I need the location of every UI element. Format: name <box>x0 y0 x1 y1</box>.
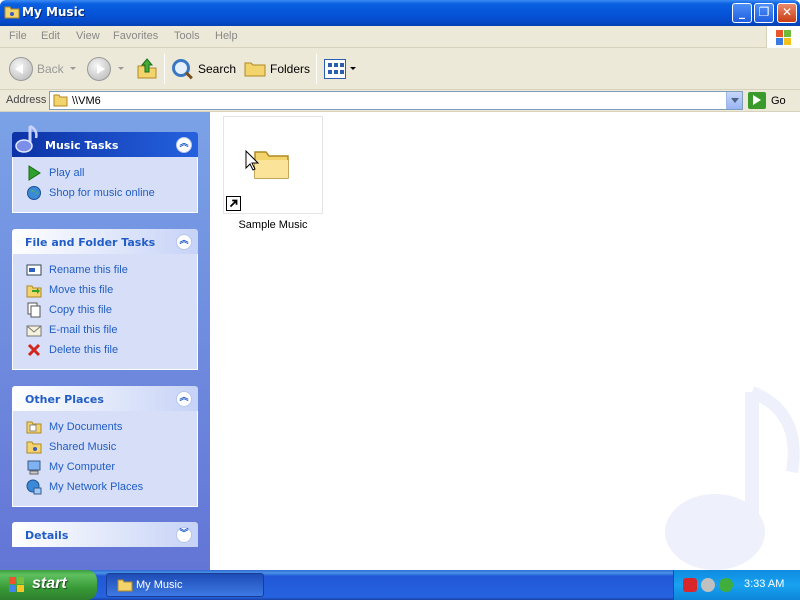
start-button[interactable]: start <box>0 570 97 600</box>
music-folder-icon <box>4 6 20 19</box>
rename-icon <box>26 264 42 276</box>
title-bar[interactable]: My Music _ ❐ ✕ <box>0 0 800 26</box>
system-tray: 3:33 AM <box>673 570 800 600</box>
clock: 3:33 AM <box>744 578 785 590</box>
folder-icon <box>53 94 68 107</box>
address-input[interactable]: \\VM6 <box>49 91 743 110</box>
file-folder-tasks-header[interactable]: File and Folder Tasks ︽ <box>12 229 198 254</box>
task-label[interactable]: Copy this file <box>49 304 112 316</box>
task-label[interactable]: Play all <box>49 167 84 179</box>
play-icon <box>28 165 41 181</box>
music-tasks-body: Play all Shop for music online <box>12 157 198 213</box>
search-icon[interactable] <box>172 59 190 77</box>
views-icon[interactable] <box>324 59 346 79</box>
task-label[interactable]: Delete this file <box>49 344 118 356</box>
my-computer-icon <box>27 460 41 475</box>
details-panel: Details ︾ <box>12 522 198 547</box>
copy-icon <box>27 302 41 318</box>
menu-edit[interactable]: Edit <box>41 30 60 42</box>
music-note-watermark-icon <box>665 386 800 570</box>
file-view[interactable]: Sample Music <box>210 112 800 570</box>
minimize-button[interactable]: _ <box>732 3 752 23</box>
menu-file[interactable]: File <box>9 30 27 42</box>
globe-icon <box>27 186 41 200</box>
security-shield-icon[interactable] <box>683 578 697 592</box>
folder-item[interactable]: Sample Music <box>223 116 323 236</box>
toolbar-separator <box>316 54 317 84</box>
mouse-cursor-icon <box>245 150 260 171</box>
task-label[interactable]: Rename this file <box>49 264 128 276</box>
shortcut-arrow-icon <box>226 196 241 211</box>
folders-button-label[interactable]: Folders <box>270 62 310 76</box>
details-header[interactable]: Details ︾ <box>12 522 198 547</box>
network-tray-icon[interactable] <box>719 578 733 592</box>
go-arrow-icon[interactable] <box>748 92 766 109</box>
menu-favorites[interactable]: Favorites <box>113 30 158 42</box>
taskbar: start My Music 3:33 AM <box>0 570 800 600</box>
task-label[interactable]: My Computer <box>49 461 115 473</box>
music-tasks-title: Music Tasks <box>45 139 119 152</box>
task-label[interactable]: My Network Places <box>49 481 143 493</box>
task-label[interactable]: E-mail this file <box>49 324 117 336</box>
task-label[interactable]: Shop for music online <box>49 187 155 199</box>
views-dropdown-icon[interactable] <box>350 67 356 70</box>
network-places-icon <box>26 479 42 495</box>
close-button[interactable]: ✕ <box>777 3 797 23</box>
address-dropdown-icon[interactable] <box>726 92 742 109</box>
start-label[interactable]: start <box>32 575 67 593</box>
collapse-chevron-icon[interactable]: ︽ <box>176 234 192 250</box>
menu-bar: File Edit View Favorites Tools Help <box>0 26 800 48</box>
move-icon <box>26 285 42 298</box>
music-tasks-panel: Music Tasks ︽ Play all Shop for music on… <box>12 124 198 213</box>
taskbar-window-label[interactable]: My Music <box>136 579 182 591</box>
my-documents-icon <box>26 421 42 434</box>
address-bar: Address \\VM6 Go <box>0 90 800 112</box>
task-label[interactable]: My Documents <box>49 421 122 433</box>
task-label[interactable]: Move this file <box>49 284 113 296</box>
up-folder-icon[interactable] <box>136 58 158 80</box>
other-places-title: Other Places <box>25 393 104 406</box>
music-note-icon <box>15 124 38 153</box>
email-icon <box>26 325 42 337</box>
other-places-body: My Documents Shared Music My Computer My… <box>12 411 198 507</box>
toolbar: Back Search Folders <box>0 48 800 90</box>
file-folder-tasks-body: Rename this file Move this file Copy thi… <box>12 254 198 370</box>
forward-dropdown-icon[interactable] <box>118 67 124 70</box>
music-folder-icon <box>117 579 133 592</box>
windows-logo-icon <box>9 577 27 593</box>
folder-label[interactable]: Sample Music <box>223 219 323 231</box>
other-places-header[interactable]: Other Places ︽ <box>12 386 198 411</box>
collapse-chevron-icon[interactable]: ︽ <box>176 137 192 153</box>
expand-chevron-icon[interactable]: ︾ <box>176 527 192 543</box>
taskbar-window-button[interactable]: My Music <box>106 573 264 597</box>
menu-tools[interactable]: Tools <box>174 30 200 42</box>
back-dropdown-icon[interactable] <box>70 67 76 70</box>
forward-arrow-icon[interactable] <box>87 57 111 81</box>
details-title: Details <box>25 529 69 542</box>
menu-help[interactable]: Help <box>215 30 238 42</box>
address-label: Address <box>6 94 47 106</box>
delete-icon <box>27 343 41 357</box>
volume-icon[interactable] <box>701 578 715 592</box>
window-title: My Music <box>22 5 85 19</box>
toolbar-separator <box>164 54 165 84</box>
search-button-label[interactable]: Search <box>198 62 236 76</box>
file-folder-tasks-panel: File and Folder Tasks ︽ Rename this file… <box>12 229 198 370</box>
back-arrow-icon[interactable] <box>9 57 33 81</box>
maximize-button[interactable]: ❐ <box>754 3 774 23</box>
task-label[interactable]: Shared Music <box>49 441 116 453</box>
menu-view[interactable]: View <box>76 30 100 42</box>
task-pane: Music Tasks ︽ Play all Shop for music on… <box>0 112 210 570</box>
file-folder-tasks-title: File and Folder Tasks <box>25 236 156 249</box>
shared-music-icon <box>26 441 42 454</box>
other-places-panel: Other Places ︽ My Documents Shared Music… <box>12 386 198 507</box>
windows-logo-icon <box>766 26 800 48</box>
folders-icon[interactable] <box>244 61 266 77</box>
music-tasks-header[interactable]: Music Tasks ︽ <box>12 124 198 157</box>
collapse-chevron-icon[interactable]: ︽ <box>176 391 192 407</box>
address-value[interactable]: \\VM6 <box>72 95 101 107</box>
back-button-label[interactable]: Back <box>37 62 64 76</box>
go-button-label[interactable]: Go <box>771 95 786 107</box>
